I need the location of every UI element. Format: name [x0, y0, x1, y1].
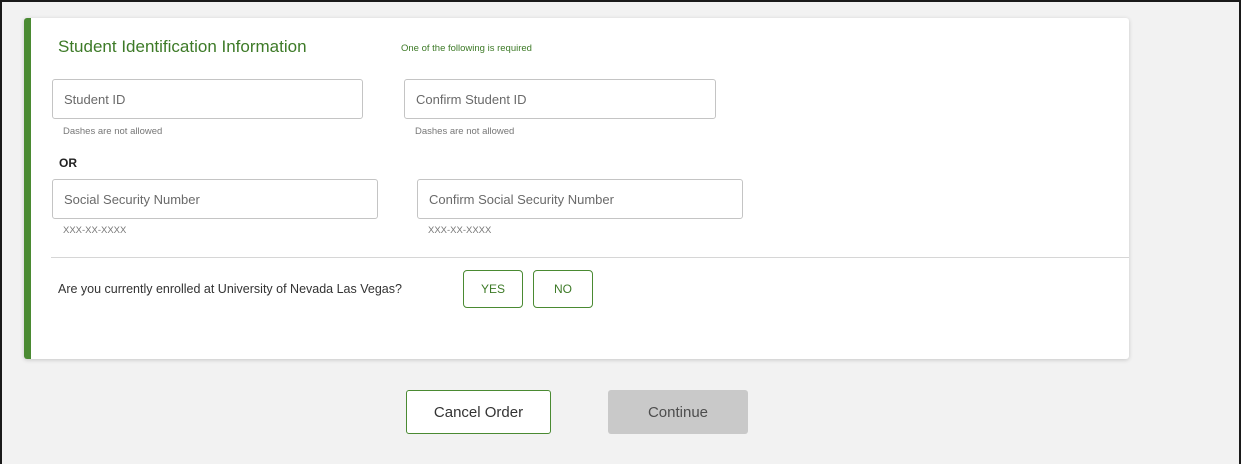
page-frame: Student Identification Information One o…: [0, 0, 1241, 464]
student-identification-card: Student Identification Information One o…: [24, 18, 1129, 359]
confirm-student-id-hint: Dashes are not allowed: [415, 126, 515, 137]
cancel-order-button[interactable]: Cancel Order: [406, 390, 551, 434]
enrollment-question: Are you currently enrolled at University…: [58, 282, 402, 296]
ssn-format-hint: XXX-XX-XXXX: [63, 225, 127, 236]
ssn-input[interactable]: [52, 179, 378, 219]
confirm-ssn-format-hint: XXX-XX-XXXX: [428, 225, 492, 236]
card-title: Student Identification Information: [58, 37, 307, 56]
confirm-student-id-input[interactable]: [404, 79, 716, 119]
student-id-input[interactable]: [52, 79, 363, 119]
enrolled-no-button[interactable]: NO: [533, 270, 593, 308]
section-divider: [51, 257, 1129, 258]
student-id-hint: Dashes are not allowed: [63, 126, 163, 137]
required-note: One of the following is required: [401, 43, 532, 54]
confirm-ssn-input[interactable]: [417, 179, 743, 219]
continue-button[interactable]: Continue: [608, 390, 748, 434]
or-separator-label: OR: [59, 156, 77, 170]
enrolled-yes-button[interactable]: YES: [463, 270, 523, 308]
